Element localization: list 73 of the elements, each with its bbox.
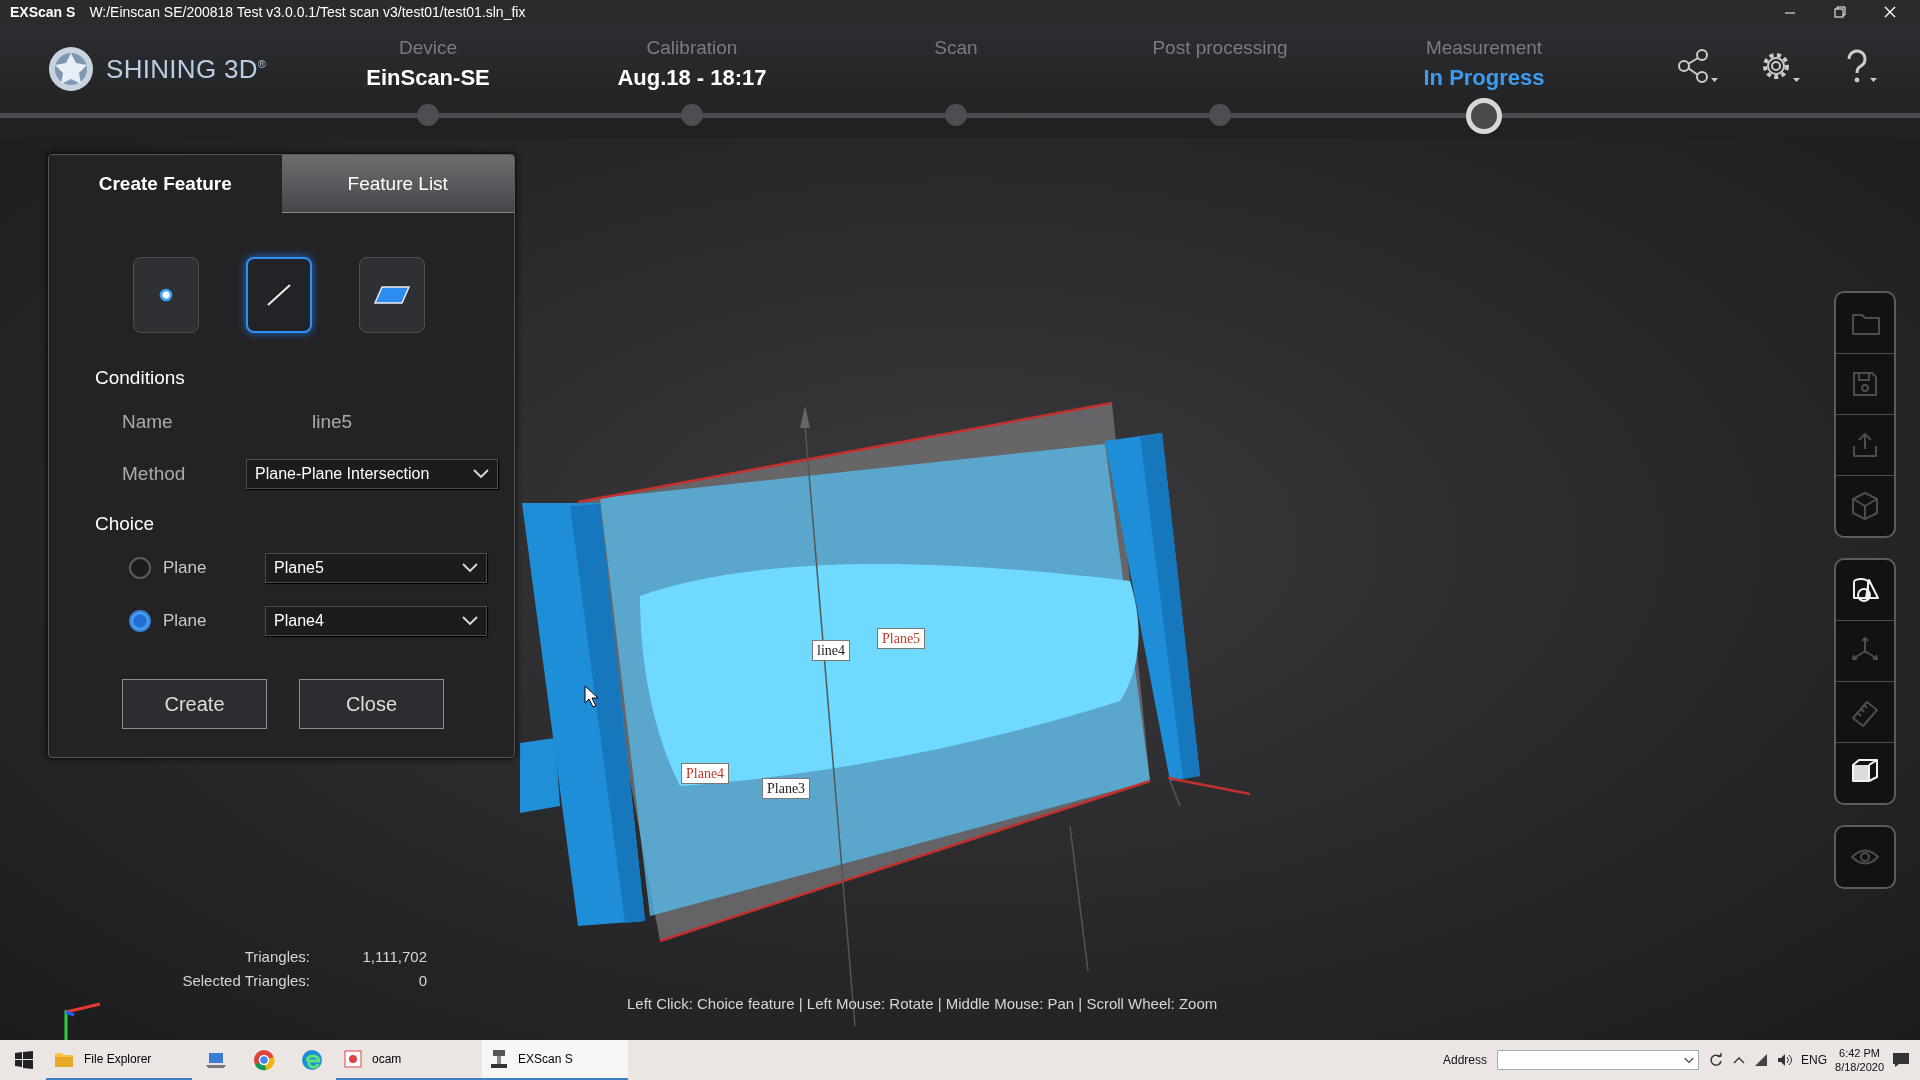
laptop-icon (205, 1050, 227, 1070)
step-value: EinScan-SE (366, 65, 490, 91)
controls-hint: Left Click: Choice feature | Left Mouse: Rotate | Middle Mouse: Pan | Scroll Wheel: Zoom (627, 995, 1218, 1012)
logo-text: SHINING 3D$^{®}$ (106, 53, 267, 85)
line-icon (265, 283, 292, 307)
network-icon[interactable] (1753, 1053, 1770, 1067)
app-name: EXScan S (10, 4, 76, 20)
step-caption: Device (398, 37, 458, 59)
create-button[interactable]: Create (122, 679, 267, 729)
field-label: Name (122, 411, 174, 433)
notification-icon[interactable] (1892, 1052, 1910, 1068)
volume-icon[interactable] (1777, 1053, 1794, 1067)
step-marker[interactable] (945, 104, 967, 126)
language-indicator[interactable]: ENG (1801, 1053, 1828, 1067)
scanner-icon (490, 1049, 508, 1069)
step-caption: Scan (934, 37, 978, 59)
point-feature-button[interactable] (132, 257, 199, 333)
name-value: line5 (312, 411, 353, 433)
address-field[interactable] (1497, 1050, 1700, 1070)
stat-value: 0 (417, 972, 427, 989)
chevron-down-icon (1684, 1056, 1695, 1064)
browser-icon (301, 1049, 323, 1071)
plane-dropdown[interactable]: Plane5 (265, 553, 487, 583)
chevron-down-icon (462, 616, 478, 626)
plane-dropdown[interactable]: Plane4 (265, 606, 487, 636)
close-button[interactable]: Close (299, 679, 444, 729)
step-marker[interactable] (1209, 104, 1231, 126)
feature-label[interactable]: Plane5 (877, 628, 926, 649)
feature-label[interactable]: line4 (812, 640, 850, 661)
field-label: Method (122, 463, 187, 485)
chevron-down-icon (473, 469, 489, 479)
clock[interactable]: 6:42 PM 8/18/2020 (1835, 1046, 1884, 1074)
panel-tab[interactable]: Create Feature (49, 155, 282, 213)
close-icon[interactable] (1884, 6, 1896, 18)
step-marker[interactable] (417, 104, 439, 126)
method-dropdown[interactable]: Plane-Plane Intersection (246, 459, 498, 489)
section-heading: Conditions (95, 367, 186, 389)
plane-feature-button[interactable] (358, 257, 425, 333)
refresh-icon[interactable] (1709, 1053, 1724, 1067)
file-path: W:/Einscan SE/200818 Test v3.0.0.1/Test scan v3/test01/test01.sln_fix (89, 4, 526, 20)
radio-button[interactable] (129, 557, 151, 579)
feature-label[interactable]: Plane4 (681, 763, 730, 784)
panel-tab[interactable]: Feature List (281, 155, 514, 213)
step-value: In Progress (1423, 65, 1545, 91)
step-value: Aug.18 - 18:17 (617, 65, 767, 91)
stat-label: Selected Triangles: (181, 972, 310, 989)
stat-value: 1,111,702 (361, 948, 427, 965)
point-icon (158, 288, 173, 302)
browser-icon (253, 1049, 275, 1071)
radio-button[interactable] (129, 610, 151, 632)
line-feature-button[interactable] (245, 257, 312, 333)
step-caption: Post processing (1152, 37, 1288, 59)
plane-icon (373, 286, 410, 304)
taskbar-button[interactable]: File Explorer (46, 1040, 192, 1080)
radio-label: Plane (163, 558, 208, 578)
address-label: Address (1443, 1053, 1488, 1067)
restore-icon[interactable] (1834, 6, 1846, 18)
logo-icon (48, 46, 94, 92)
windows-start-icon[interactable] (15, 1051, 33, 1069)
feature-label[interactable]: Plane3 (762, 778, 811, 799)
caret-up-icon[interactable] (1733, 1056, 1746, 1064)
step-marker[interactable] (681, 104, 703, 126)
step-caption: Measurement (1425, 37, 1543, 59)
stat-label: Triangles: (243, 948, 310, 965)
cursor-icon (584, 685, 599, 708)
active-step-marker[interactable] (1466, 98, 1502, 134)
radio-label: Plane (163, 611, 208, 631)
step-caption: Calibration (646, 37, 738, 59)
folder-icon (54, 1050, 74, 1068)
camera-icon (344, 1050, 362, 1068)
taskbar-button[interactable]: EXScan S (482, 1040, 628, 1080)
section-heading: Choice (95, 513, 156, 535)
chevron-down-icon (462, 563, 478, 573)
